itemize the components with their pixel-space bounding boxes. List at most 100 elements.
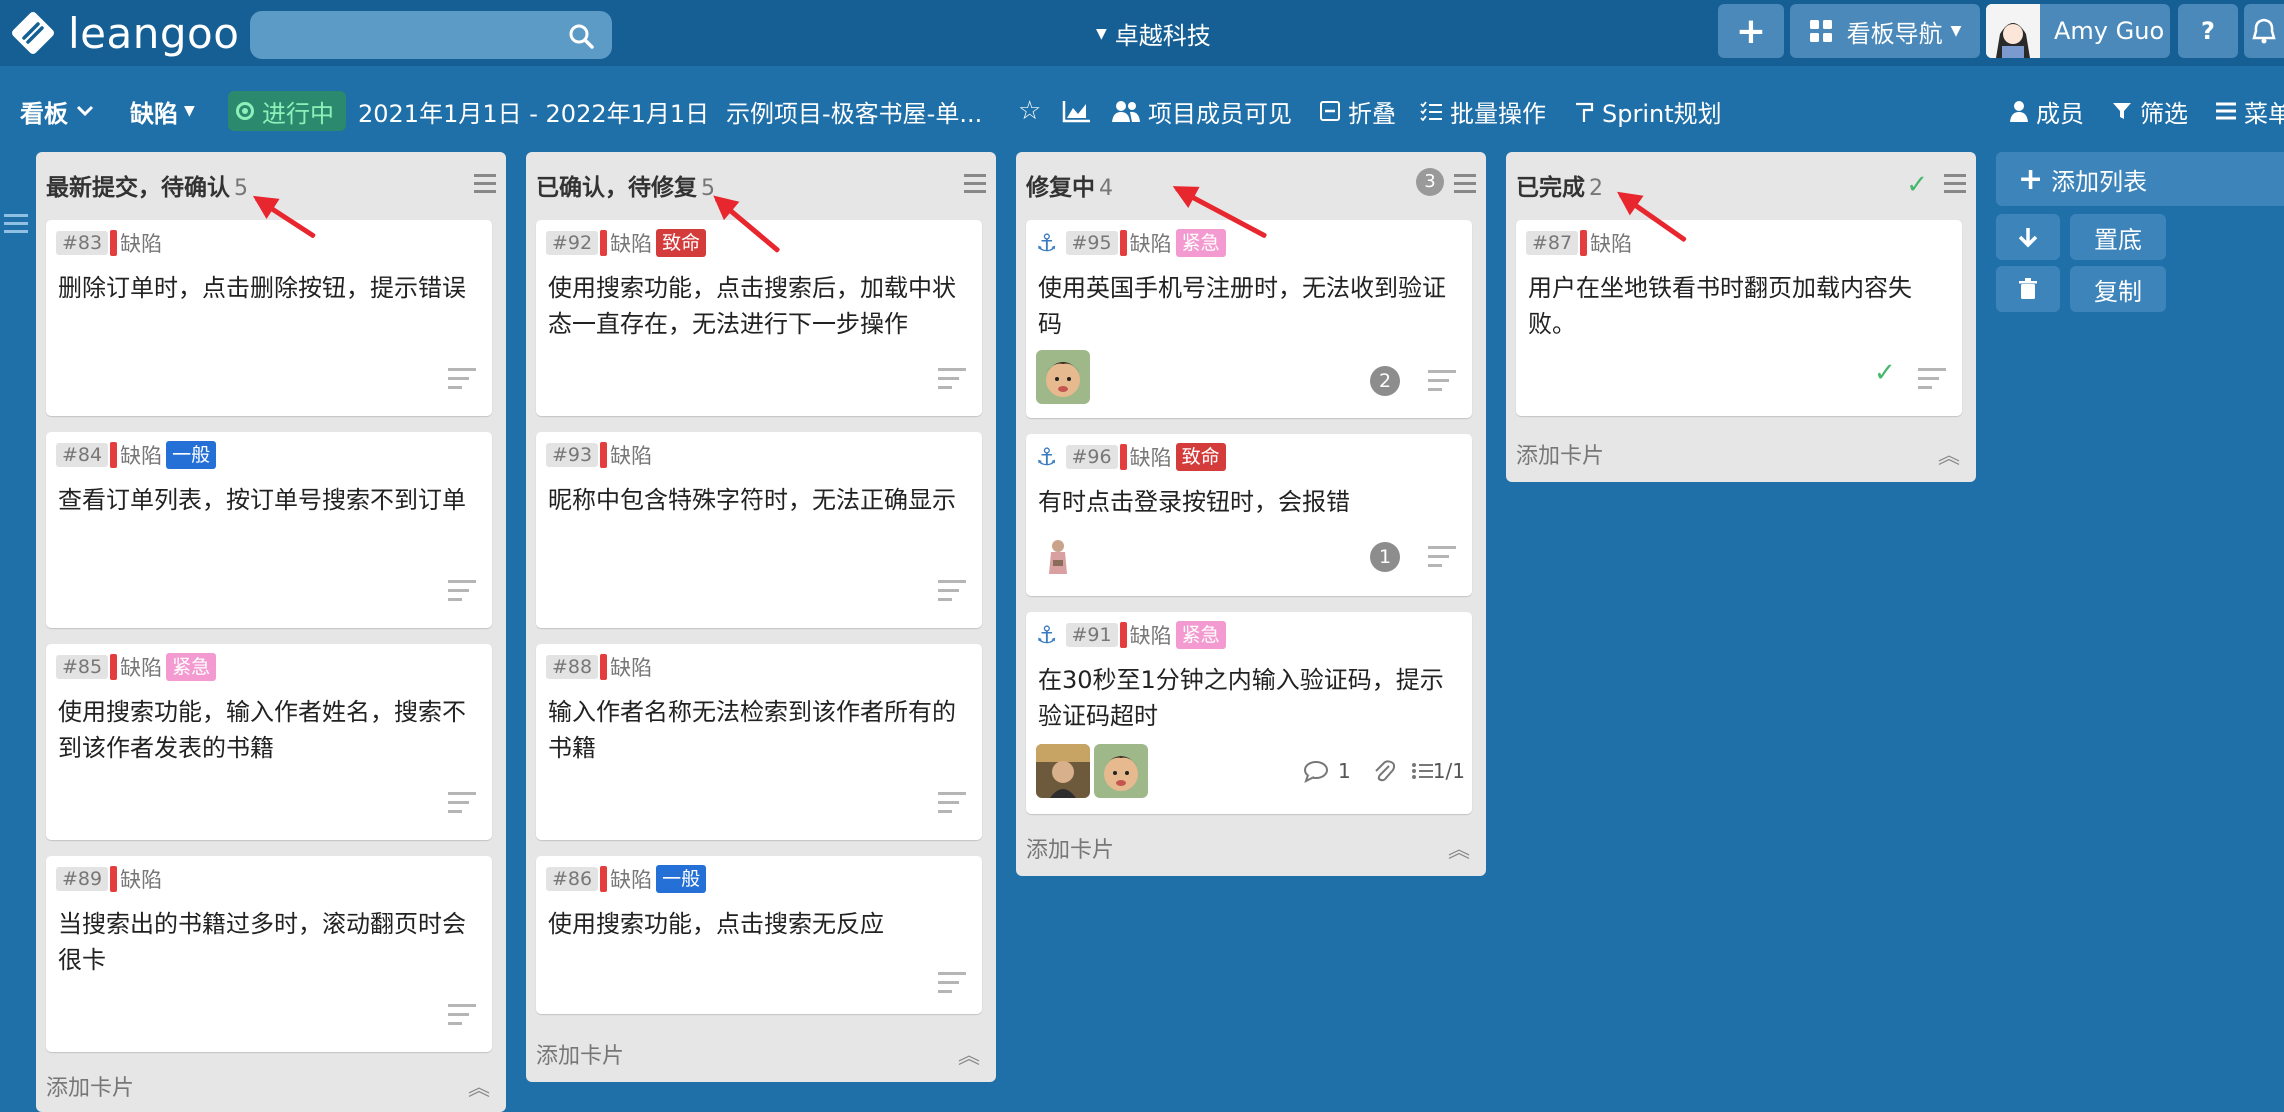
member-avatar[interactable] bbox=[1036, 744, 1090, 798]
card-title: 使用搜索功能，点击搜索后，加载中状态一直存在，无法进行下一步操作 bbox=[548, 274, 956, 338]
card-id: #92 bbox=[546, 231, 599, 255]
list-title: 最新提交，待确认 5 bbox=[46, 175, 248, 201]
move-bottom-button[interactable]: 置底 bbox=[2070, 214, 2166, 260]
list-count: 5 bbox=[234, 176, 248, 201]
card-meta: 1 1/1 bbox=[1302, 758, 1465, 784]
status-label: 进行中 bbox=[262, 99, 334, 128]
visibility-label: 项目成员可见 bbox=[1148, 99, 1292, 128]
card[interactable]: ⚓ #95 缺陷 紧急 使用英国手机号注册时，无法收到验证码 2 bbox=[1026, 220, 1472, 418]
card-title: 使用搜索功能，输入作者姓名，搜索不到该作者发表的书籍 bbox=[58, 698, 466, 762]
anchor-icon: ⚓ bbox=[1036, 621, 1058, 649]
org-switcher[interactable]: ▼ 卓越科技 bbox=[1096, 16, 1211, 51]
description-icon bbox=[448, 580, 476, 607]
collapse-up-icon[interactable]: ︽ bbox=[1448, 832, 1470, 864]
caret-down-icon: ▼ bbox=[1096, 25, 1107, 42]
card-type: 缺陷 bbox=[1129, 232, 1172, 256]
card[interactable]: #92 缺陷 致命 使用搜索功能，点击搜索后，加载中状态一直存在，无法进行下一步操作 bbox=[536, 220, 982, 416]
add-card-button[interactable]: 添加卡片 bbox=[1026, 832, 1114, 864]
batch-button[interactable]: 批量操作 bbox=[1420, 88, 1546, 134]
board-nav-label: 看板导航 bbox=[1846, 19, 1943, 48]
card[interactable]: #86 缺陷 一般 使用搜索功能，点击搜索无反应 bbox=[536, 856, 982, 1014]
board-switcher[interactable]: 缺陷 ▼ bbox=[130, 88, 195, 134]
user-menu-button[interactable]: Amy Guo bbox=[1986, 4, 2170, 58]
collapse-button[interactable]: 折叠 bbox=[1320, 88, 1396, 134]
list-header[interactable]: 已完成 2 ✓ bbox=[1506, 152, 1976, 212]
card-title: 使用搜索功能，点击搜索无反应 bbox=[548, 910, 884, 938]
collapse-up-icon[interactable]: ︽ bbox=[1938, 438, 1960, 470]
search-icon[interactable] bbox=[568, 23, 594, 49]
copy-button[interactable]: 复制 bbox=[2070, 266, 2166, 312]
comment-count-badge: 1 bbox=[1370, 542, 1400, 572]
card-type: 缺陷 bbox=[1590, 232, 1633, 256]
card-type: 缺陷 bbox=[610, 868, 653, 892]
card[interactable]: #85 缺陷 紧急 使用搜索功能，输入作者姓名，搜索不到该作者发表的书籍 bbox=[46, 644, 492, 840]
logo-text: leangoo bbox=[68, 8, 240, 58]
search-input[interactable] bbox=[250, 11, 612, 59]
member-avatar[interactable] bbox=[1094, 744, 1148, 798]
filter-button[interactable]: 筛选 bbox=[2112, 88, 2188, 134]
card-id: #88 bbox=[546, 655, 599, 679]
star-button[interactable]: ☆ bbox=[1018, 88, 1041, 134]
bug-type-icon bbox=[1119, 444, 1127, 470]
list-done: 已完成 2 ✓ #87 缺陷 用户在坐地铁看书时翻页加载内容失败。 ✓ 添加卡片 ︽ bbox=[1506, 152, 1976, 482]
sprint-button[interactable]: Sprint规划 bbox=[1574, 88, 1722, 134]
list-header[interactable]: 已确认，待修复 5 bbox=[526, 152, 996, 212]
board-title[interactable]: 示例项目-极客书屋-单... bbox=[726, 88, 982, 134]
list-title: 已确认，待修复 5 bbox=[536, 175, 715, 201]
help-button[interactable]: ? bbox=[2178, 4, 2238, 58]
list-menu-icon[interactable] bbox=[1944, 174, 1966, 198]
done-check-icon: ✓ bbox=[1874, 358, 1896, 388]
bug-type-icon bbox=[600, 866, 608, 892]
list-menu-icon[interactable] bbox=[474, 174, 496, 198]
add-card-button[interactable]: 添加卡片 bbox=[1516, 438, 1604, 470]
member-avatar[interactable] bbox=[1036, 534, 1080, 578]
statistics-button[interactable] bbox=[1062, 88, 1092, 134]
member-avatar[interactable] bbox=[1036, 350, 1090, 404]
bug-type-icon bbox=[110, 442, 118, 468]
card[interactable]: #88 缺陷 输入作者名称无法检索到该作者所有的书籍 bbox=[536, 644, 982, 840]
add-list-button[interactable]: + 添加列表 bbox=[1996, 152, 2284, 206]
card[interactable]: #87 缺陷 用户在坐地铁看书时翻页加载内容失败。 ✓ bbox=[1516, 220, 1962, 416]
card-type: 缺陷 bbox=[120, 232, 163, 256]
add-card-button[interactable]: 添加卡片 bbox=[46, 1070, 134, 1102]
card[interactable]: ⚓ #91 缺陷 紧急 在30秒至1分钟之内输入验证码，提示验证码超时 1 1/1 bbox=[1026, 612, 1472, 814]
card-title: 使用英国手机号注册时，无法收到验证码 bbox=[1038, 274, 1446, 338]
add-card-button[interactable]: 添加卡片 bbox=[536, 1038, 624, 1070]
logo[interactable]: leangoo bbox=[10, 8, 239, 58]
date-range[interactable]: 2021年1月1日 - 2022年1月1日 bbox=[358, 88, 709, 134]
help-icon: ? bbox=[2201, 17, 2215, 45]
menu-label: 菜单 bbox=[2244, 99, 2284, 128]
board-status-badge[interactable]: 进行中 bbox=[228, 91, 346, 131]
list-menu-icon[interactable] bbox=[1454, 174, 1476, 198]
list-header[interactable]: 修复中 4 3 bbox=[1016, 152, 1486, 212]
board-nav-button[interactable]: 看板导航 ▼ bbox=[1790, 4, 1980, 58]
delete-icon-button[interactable] bbox=[1996, 266, 2060, 312]
severity-tag: 致命 bbox=[1175, 443, 1226, 471]
menu-button[interactable]: 菜单 bbox=[2216, 88, 2284, 134]
list-count: 2 bbox=[1589, 176, 1603, 201]
card[interactable]: #83 缺陷 删除订单时，点击删除按钮，提示错误 bbox=[46, 220, 492, 416]
card-title: 输入作者名称无法检索到该作者所有的书籍 bbox=[548, 698, 956, 762]
sidebar-toggle-icon[interactable] bbox=[4, 214, 28, 236]
list-check-icon bbox=[1420, 101, 1442, 121]
members-button[interactable]: 成员 bbox=[2010, 88, 2084, 134]
severity-tag: 一般 bbox=[656, 865, 707, 893]
card-title: 查看订单列表，按订单号搜索不到订单 bbox=[58, 486, 466, 514]
status-icon bbox=[236, 102, 254, 120]
collapse-icon bbox=[1320, 101, 1340, 121]
create-button[interactable]: + bbox=[1718, 4, 1784, 58]
collapse-up-icon[interactable]: ︽ bbox=[468, 1070, 490, 1102]
visibility-button[interactable]: 项目成员可见 bbox=[1112, 88, 1292, 134]
list-menu-icon[interactable] bbox=[964, 174, 986, 198]
card[interactable]: #89 缺陷 当搜索出的书籍过多时，滚动翻页时会很卡 bbox=[46, 856, 492, 1052]
card[interactable]: #84 缺陷 一般 查看订单列表，按订单号搜索不到订单 bbox=[46, 432, 492, 628]
card-type: 缺陷 bbox=[1129, 624, 1172, 648]
collapse-up-icon[interactable]: ︽ bbox=[958, 1038, 980, 1070]
leangoo-logo-icon bbox=[12, 12, 54, 54]
card[interactable]: ⚓ #96 缺陷 致命 有时点击登录按钮时，会报错 1 bbox=[1026, 434, 1472, 596]
card-id: #83 bbox=[56, 231, 109, 255]
card[interactable]: #93 缺陷 昵称中包含特殊字符时，无法正确显示 bbox=[536, 432, 982, 628]
move-bottom-icon-button[interactable] bbox=[1996, 214, 2060, 260]
view-switcher[interactable]: 看板 bbox=[20, 88, 94, 134]
notifications-button[interactable] bbox=[2244, 4, 2284, 58]
